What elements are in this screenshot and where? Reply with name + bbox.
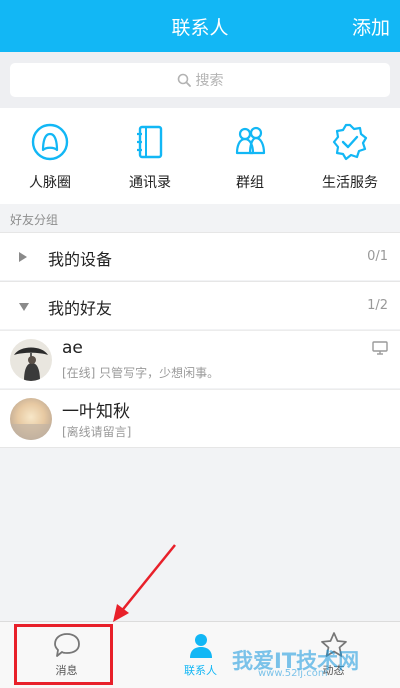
- empty-area: [0, 447, 400, 621]
- contacts-screen: 联系人 添加 搜索 人脉圈 通讯录 群组 生活服务 好友分组 我的设备 0/1 …: [0, 0, 400, 688]
- quick-item-label: 群组: [236, 175, 264, 191]
- desktop-icon: [372, 341, 388, 355]
- contact-name: ae: [62, 338, 83, 358]
- tab-label: 联系人: [184, 664, 217, 677]
- section-label: 好友分组: [10, 213, 59, 227]
- search-placeholder: 搜索: [195, 73, 224, 89]
- people-circle-icon: [31, 123, 69, 161]
- quick-item-addressbook[interactable]: 通讯录: [100, 108, 200, 204]
- collapsed-arrow-icon: [19, 252, 27, 262]
- search-area: 搜索: [0, 52, 400, 108]
- group-row-devices[interactable]: 我的设备 0/1: [0, 232, 400, 280]
- group-name: 我的好友: [48, 299, 113, 318]
- contact-name: 一叶知秋: [62, 402, 130, 422]
- service-badge-icon: [332, 123, 368, 161]
- annotation-highlight-box: [14, 624, 113, 685]
- quick-item-groups[interactable]: 群组: [200, 108, 300, 204]
- add-button[interactable]: 添加: [352, 13, 390, 40]
- quick-item-label: 通讯录: [129, 175, 171, 191]
- contact-row[interactable]: ae [在线] 只管写字，少想闲事。: [0, 330, 400, 388]
- group-icon: [235, 126, 266, 155]
- quick-item-label: 人脉圈: [29, 175, 71, 191]
- contact-status: [离线请留言]: [62, 425, 132, 439]
- address-book-icon: [137, 125, 163, 159]
- avatar: [10, 398, 52, 440]
- top-bar: 联系人 添加: [0, 0, 400, 52]
- group-name: 我的设备: [48, 250, 113, 269]
- group-count: 1/2: [367, 298, 388, 313]
- quick-item-renmaiquan[interactable]: 人脉圈: [0, 108, 100, 204]
- expanded-arrow-icon: [19, 303, 29, 311]
- quick-item-label: 生活服务: [322, 175, 378, 191]
- group-count: 0/1: [367, 249, 388, 264]
- quick-entries: 人脉圈 通讯录 群组 生活服务: [0, 108, 400, 204]
- contacts-person-icon: [189, 634, 212, 658]
- watermark-url: www.52ij.com: [258, 668, 328, 679]
- page-title: 联系人: [171, 17, 229, 39]
- search-input[interactable]: 搜索: [10, 63, 390, 97]
- quick-item-services[interactable]: 生活服务: [300, 108, 400, 204]
- contact-status: [在线] 只管写字，少想闲事。: [62, 366, 220, 380]
- contact-row[interactable]: 一叶知秋 [离线请留言]: [0, 389, 400, 447]
- group-row-friends[interactable]: 我的好友 1/2: [0, 281, 400, 329]
- search-icon: [177, 73, 191, 87]
- avatar: [10, 339, 52, 381]
